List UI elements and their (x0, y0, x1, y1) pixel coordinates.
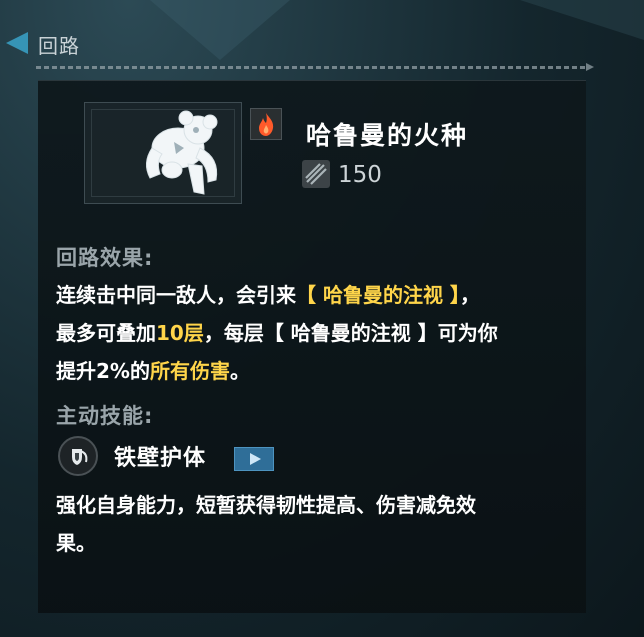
shield-swirl-icon (72, 449, 88, 465)
circuit-effect-title: 回路效果: (56, 246, 154, 270)
divider (36, 66, 586, 69)
highlight-all-damage: 所有伤害 (149, 359, 230, 383)
effect-line-1: 连续击中同一敌人，会引来【 哈鲁曼的注视 】， (56, 283, 480, 307)
back-arrow-icon[interactable] (4, 28, 34, 58)
fire-icon (259, 113, 274, 136)
play-skill-preview-button[interactable] (234, 447, 274, 471)
item-name: 哈鲁曼的火种 (306, 121, 469, 150)
skill-name: 铁壁护体 (114, 446, 207, 471)
haluman-pet-icon (146, 110, 218, 195)
cost-value: 150 (338, 162, 382, 188)
effect-line-2: 最多可叠加10层，每层【 哈鲁曼的注视 】可为你 (56, 321, 498, 345)
effect-line-3: 提升2%的所有伤害。 (56, 359, 250, 383)
background-shard (150, 0, 290, 60)
highlight-haluman-gaze: 【 哈鲁曼的注视 】 (296, 283, 460, 307)
fire-element-badge (250, 108, 282, 140)
skill-badge (58, 436, 98, 476)
circuit-effect-description: 连续击中同一敌人，会引来【 哈鲁曼的注视 】， 最多可叠加10层，每层【 哈鲁曼… (56, 276, 576, 390)
skill-description-line-2: 果。 (56, 531, 96, 555)
divider-end (586, 63, 594, 71)
skill-description: 强化自身能力，短暂获得韧性提高、伤害减免效 果。 (56, 486, 576, 562)
back-label[interactable]: 回路 (38, 30, 80, 59)
skill-description-line-1: 强化自身能力，短暂获得韧性提高、伤害减免效 (56, 493, 476, 517)
slash-cost-icon (302, 160, 330, 188)
background-shard (520, 0, 644, 40)
highlight-stack-count: 10层 (156, 321, 204, 345)
active-skill-title: 主动技能: (56, 404, 154, 428)
